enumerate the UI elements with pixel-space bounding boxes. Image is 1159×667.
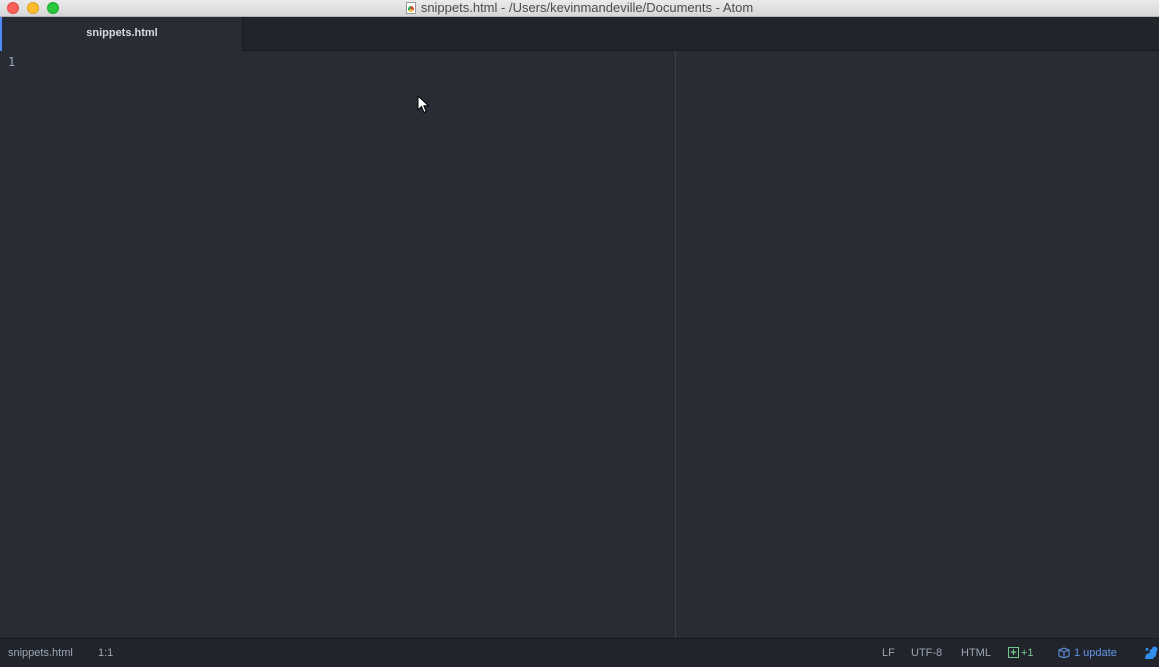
status-cursor-position[interactable]: 1:1 <box>98 639 113 667</box>
html-file-icon <box>405 2 416 14</box>
status-file-path[interactable]: snippets.html <box>8 639 73 667</box>
status-grammar[interactable]: HTML <box>961 639 991 667</box>
git-diff-count: +1 <box>1021 647 1034 659</box>
package-icon <box>1058 647 1070 658</box>
tab-bar: snippets.html <box>0 17 1159 51</box>
title-bar: snippets.html - /Users/kevinmandeville/D… <box>0 0 1159 17</box>
mouse-pointer-icon <box>417 95 430 114</box>
updates-label: 1 update <box>1074 647 1117 659</box>
status-git-diff[interactable]: +1 <box>1008 639 1034 667</box>
window-title-container: snippets.html - /Users/kevinmandeville/D… <box>0 0 1159 16</box>
wrap-guide <box>675 51 676 638</box>
line-number: 1 <box>8 55 16 69</box>
status-bar: snippets.html 1:1 LF UTF-8 HTML +1 1 upd… <box>0 638 1159 667</box>
tab-snippets-html[interactable]: snippets.html <box>0 17 243 51</box>
status-package-updates[interactable]: 1 update <box>1058 639 1117 667</box>
status-encoding[interactable]: UTF-8 <box>911 639 942 667</box>
git-added-icon <box>1008 639 1019 667</box>
squirrel-update-icon[interactable] <box>1143 646 1159 660</box>
text-editor[interactable]: 1 <box>0 51 1159 638</box>
window-title: snippets.html - /Users/kevinmandeville/D… <box>420 0 754 15</box>
atom-window: snippets.html - /Users/kevinmandeville/D… <box>0 0 1159 667</box>
text-cursor <box>22 54 24 70</box>
status-line-ending[interactable]: LF <box>882 639 895 667</box>
